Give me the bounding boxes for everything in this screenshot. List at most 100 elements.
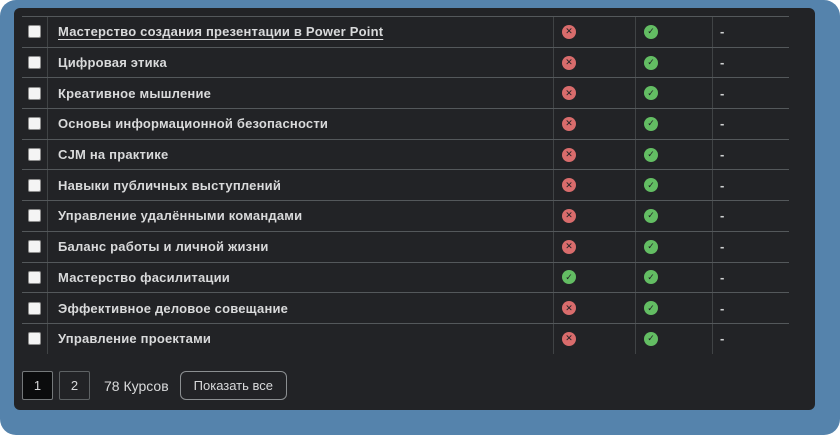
status-cell-2: ✓ [635,232,712,262]
page-buttons: 12 [22,371,96,400]
dash-value: - [720,208,724,223]
dash-value: - [720,178,724,193]
checkbox-cell [22,263,47,293]
show-all-button[interactable]: Показать все [180,371,287,400]
checkbox-cell [22,48,47,78]
row-checkbox[interactable] [28,302,41,315]
course-name[interactable]: Мастерство создания презентации в Power … [58,24,383,39]
course-name: Управление удалёнными командами [58,208,302,223]
course-name: Управление проектами [58,331,211,346]
row-checkbox[interactable] [28,25,41,38]
row-checkbox[interactable] [28,209,41,222]
table-row: CJM на практике ✕ ✓ - [22,139,789,170]
row-checkbox[interactable] [28,179,41,192]
status-cell-1: ✕ [553,170,635,200]
dash-value: - [720,55,724,70]
status-cell-1: ✕ [553,17,635,47]
cross-icon: ✕ [562,301,576,315]
status-cell-3: - [712,48,789,78]
table-row: Навыки публичных выступлений ✕ ✓ - [22,169,789,200]
row-checkbox[interactable] [28,117,41,130]
table-row: Мастерство создания презентации в Power … [22,16,789,47]
status-cell-1: ✓ [553,263,635,293]
status-cell-2: ✓ [635,324,712,354]
status-cell-3: - [712,170,789,200]
cross-icon: ✕ [562,117,576,131]
dash-value: - [720,239,724,254]
checkbox-cell [22,109,47,139]
status-cell-2: ✓ [635,17,712,47]
status-cell-2: ✓ [635,48,712,78]
table-row: Цифровая этика ✕ ✓ - [22,47,789,78]
course-name-cell: CJM на практике [47,140,553,170]
cross-icon: ✕ [562,148,576,162]
course-name: Эффективное деловое совещание [58,301,288,316]
page-button-1[interactable]: 1 [22,371,53,400]
status-cell-3: - [712,232,789,262]
table-row: Баланс работы и личной жизни ✕ ✓ - [22,231,789,262]
row-checkbox[interactable] [28,240,41,253]
cross-icon: ✕ [562,240,576,254]
course-name-cell: Навыки публичных выступлений [47,170,553,200]
course-name-cell: Цифровая этика [47,48,553,78]
check-icon: ✓ [644,209,658,223]
app-window: Мастерство создания презентации в Power … [0,0,840,435]
check-icon: ✓ [562,270,576,284]
course-name: Цифровая этика [58,55,167,70]
check-icon: ✓ [644,301,658,315]
check-icon: ✓ [644,117,658,131]
courses-panel: Мастерство создания презентации в Power … [14,8,815,410]
check-icon: ✓ [644,25,658,39]
status-cell-2: ✓ [635,109,712,139]
courses-table: Мастерство создания презентации в Power … [22,16,789,354]
course-name-cell: Мастерство создания презентации в Power … [47,17,553,47]
course-name: Навыки публичных выступлений [58,178,281,193]
check-icon: ✓ [644,56,658,70]
course-name-cell: Креативное мышление [47,78,553,108]
check-icon: ✓ [644,332,658,346]
checkbox-cell [22,78,47,108]
checkbox-cell [22,232,47,262]
page-button-2[interactable]: 2 [59,371,90,400]
row-checkbox[interactable] [28,148,41,161]
row-checkbox[interactable] [28,332,41,345]
status-cell-1: ✕ [553,232,635,262]
checkbox-cell [22,140,47,170]
status-cell-2: ✓ [635,140,712,170]
row-checkbox[interactable] [28,56,41,69]
status-cell-2: ✓ [635,293,712,323]
check-icon: ✓ [644,240,658,254]
cross-icon: ✕ [562,178,576,192]
status-cell-3: - [712,263,789,293]
checkbox-cell [22,324,47,354]
status-cell-1: ✕ [553,293,635,323]
checkbox-cell [22,201,47,231]
cross-icon: ✕ [562,332,576,346]
status-cell-1: ✕ [553,78,635,108]
check-icon: ✓ [644,270,658,284]
status-cell-1: ✕ [553,109,635,139]
status-cell-2: ✓ [635,263,712,293]
course-name-cell: Основы информационной безопасности [47,109,553,139]
table-row: Креативное мышление ✕ ✓ - [22,77,789,108]
table-row: Управление проектами ✕ ✓ - [22,323,789,354]
checkbox-cell [22,293,47,323]
table-row: Управление удалёнными командами ✕ ✓ - [22,200,789,231]
dash-value: - [720,24,724,39]
status-cell-3: - [712,201,789,231]
checkbox-cell [22,170,47,200]
status-cell-2: ✓ [635,170,712,200]
row-checkbox[interactable] [28,87,41,100]
course-name-cell: Управление удалёнными командами [47,201,553,231]
status-cell-3: - [712,78,789,108]
status-cell-1: ✕ [553,48,635,78]
checkbox-cell [22,17,47,47]
dash-value: - [720,270,724,285]
status-cell-1: ✕ [553,201,635,231]
course-count-label: 78 Курсов [104,378,169,394]
row-checkbox[interactable] [28,271,41,284]
status-cell-3: - [712,293,789,323]
course-name: Основы информационной безопасности [58,116,328,131]
table-row: Основы информационной безопасности ✕ ✓ - [22,108,789,139]
table-row: Мастерство фасилитации ✓ ✓ - [22,262,789,293]
